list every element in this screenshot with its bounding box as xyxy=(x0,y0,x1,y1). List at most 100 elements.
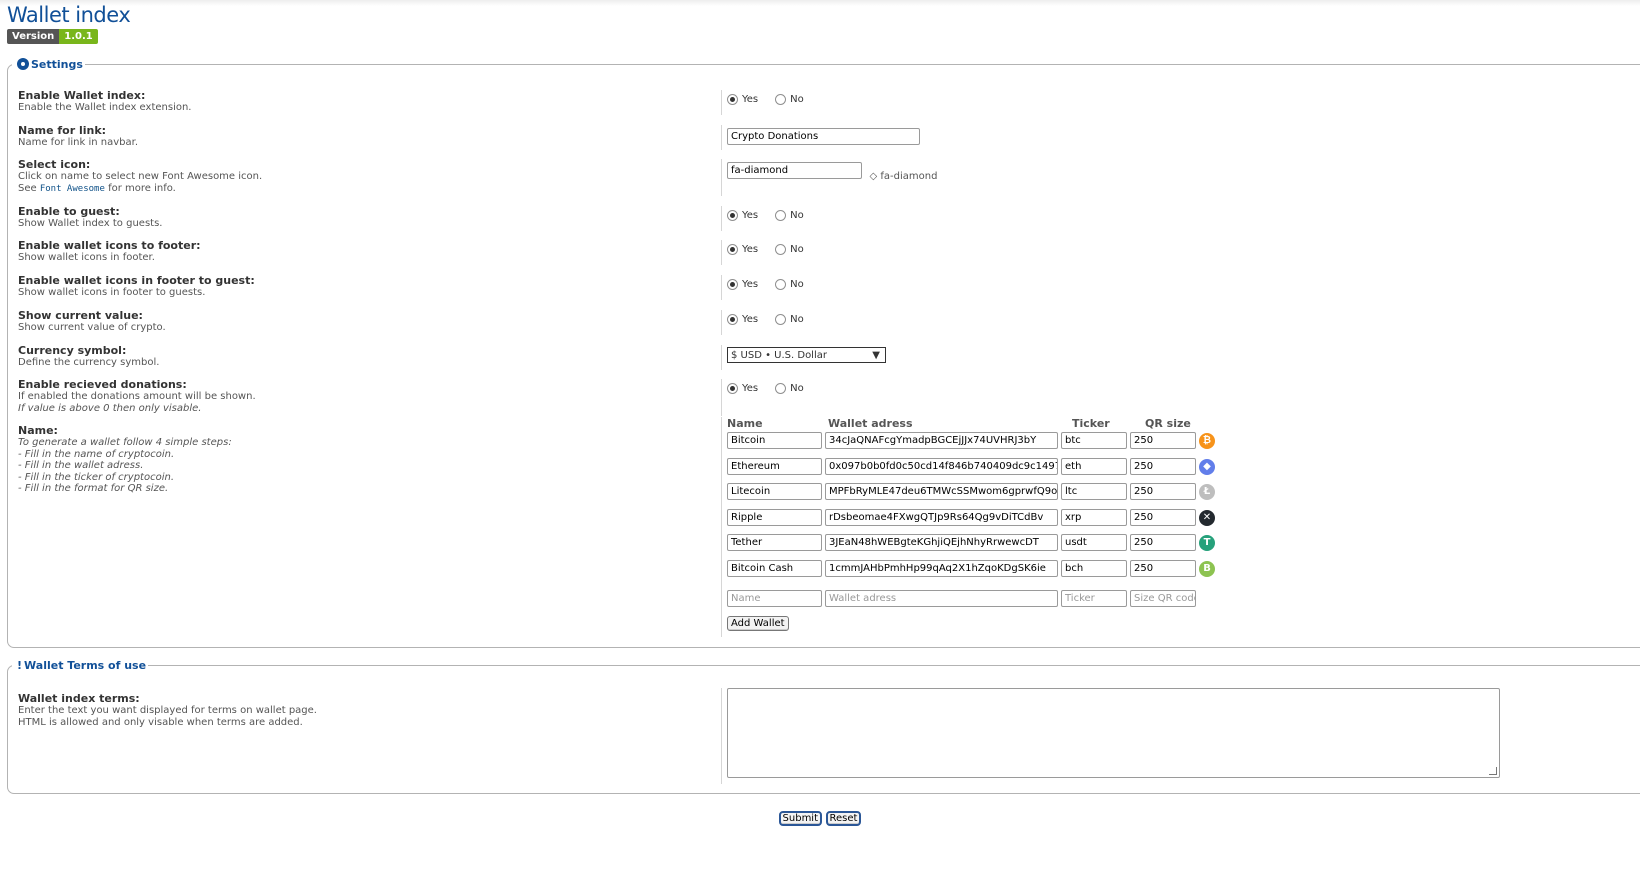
footer-guest-yes-option[interactable]: Yes xyxy=(727,278,758,290)
new-wallet-name-input[interactable]: Name xyxy=(727,590,822,607)
wallet-qr-input[interactable]: 250 xyxy=(1130,483,1196,501)
setting-explain: Show wallet icons in footer. xyxy=(18,252,155,263)
setting-explain: Click on name to select new Font Awesome… xyxy=(18,171,263,182)
radio-yes[interactable] xyxy=(727,209,738,221)
reset-button[interactable]: Reset xyxy=(825,811,862,826)
wallet-address-input[interactable]: 0x097b0b0fd0c50cd14f846b740409dc9c14979d… xyxy=(825,457,1058,475)
radio-no[interactable] xyxy=(775,313,787,325)
wallet-qr-input[interactable]: 250 xyxy=(1130,457,1196,475)
radio-yes[interactable] xyxy=(727,382,738,394)
setting-explain: Name for link in navbar. xyxy=(18,137,138,148)
wallet-ticker-input[interactable]: bch xyxy=(1061,560,1127,577)
enable-radio-group: Yes No xyxy=(727,90,821,108)
radio-no[interactable] xyxy=(775,278,787,290)
currency-select[interactable]: $ USD • U.S. Dollar ▼ xyxy=(727,347,886,363)
setting-explain: See Font Awesome for more info. xyxy=(18,182,176,194)
radio-no[interactable] xyxy=(775,382,787,394)
diamond-icon: ◇ xyxy=(869,171,878,182)
footer-icons-no-option[interactable]: No xyxy=(775,243,804,255)
add-wallet-button[interactable]: Add Wallet xyxy=(727,616,789,631)
wallet-name-input[interactable]: Bitcoin Cash xyxy=(727,560,822,577)
wallet-ticker-input[interactable]: btc xyxy=(1061,432,1127,449)
radio-yes[interactable] xyxy=(727,93,738,105)
setting-explain: HTML is allowed and only visable when te… xyxy=(18,716,303,728)
setting-label: Enable wallet icons to footer: xyxy=(18,239,201,252)
setting-label: Currency symbol: xyxy=(18,344,127,357)
version-label: Version xyxy=(7,29,60,44)
donations-yes-option[interactable]: Yes xyxy=(727,382,758,394)
version-number: 1.0.1 xyxy=(59,29,98,44)
setting-label: Enable wallet icons in footer to guest: xyxy=(18,274,255,287)
setting-explain: Show wallet icons in footer to guests. xyxy=(18,287,206,298)
col-qr: QR size xyxy=(1145,417,1191,430)
wallets-table: Name Wallet adress Ticker QR size Bitcoi… xyxy=(721,417,1621,637)
wallet-ticker-input[interactable]: eth xyxy=(1061,457,1127,475)
enable-no-option[interactable]: No xyxy=(775,93,804,105)
terms-legend: ! Wallet Terms of use xyxy=(17,659,147,672)
setting-label: Show current value: xyxy=(18,309,143,322)
bitcoin-cash-icon: B xyxy=(1199,561,1215,577)
radio-no[interactable] xyxy=(775,243,787,255)
icon-preview: ◇ fa-diamond xyxy=(869,171,938,182)
radio-no[interactable] xyxy=(775,93,787,105)
radio-yes[interactable] xyxy=(727,243,738,255)
litecoin-icon: Ł xyxy=(1199,484,1215,501)
current-value-no-option[interactable]: No xyxy=(775,313,804,325)
wallet-ticker-input[interactable]: usdt xyxy=(1061,534,1127,552)
wallet-name-input[interactable]: Litecoin xyxy=(727,483,822,501)
exclamation-icon: ! xyxy=(17,659,23,672)
setting-label: Enable Wallet index: xyxy=(18,89,146,102)
footer-guest-no-option[interactable]: No xyxy=(775,278,804,290)
submit-button[interactable]: Submit xyxy=(778,811,823,826)
setting-explain: Define the currency symbol. xyxy=(18,357,160,368)
page-title: Wallet index xyxy=(7,3,131,27)
link-name-input[interactable]: Crypto Donations xyxy=(727,128,920,145)
donations-no-option[interactable]: No xyxy=(775,382,804,394)
wallet-address-input[interactable]: 1cmmJAHbPmhHp99qAq2X1hZqoKDgSK6ie xyxy=(825,560,1058,577)
guest-radio-group: Yes No xyxy=(727,206,821,224)
setting-explain: Show current value of crypto. xyxy=(18,322,166,333)
footer-icons-radio-group: Yes No xyxy=(727,240,821,258)
setting-explain: If enabled the donations amount will be … xyxy=(18,391,256,402)
setting-label: Wallet index terms: xyxy=(18,692,140,705)
setting-label: Select icon: xyxy=(18,158,91,171)
ripple-icon: ✕ xyxy=(1199,509,1215,526)
setting-label: Enable recieved donations: xyxy=(18,378,187,391)
wallet-address-input[interactable]: 34cJaQNAFcgYmadpBGCEjJJx74UVHRJ3bY xyxy=(825,432,1058,449)
terms-textarea[interactable] xyxy=(727,688,1500,778)
font-awesome-link[interactable]: Font Awesome xyxy=(40,184,105,194)
footer-icons-yes-option[interactable]: Yes xyxy=(727,243,758,255)
wallet-ticker-input[interactable]: ltc xyxy=(1061,483,1127,501)
wallet-address-input[interactable]: MPFbRyMLE47deu6TMWcSSMwom6gprwfQ9o xyxy=(825,483,1058,501)
wallet-qr-input[interactable]: 250 xyxy=(1130,534,1196,552)
radio-no[interactable] xyxy=(775,209,787,221)
icon-input[interactable]: fa-diamond xyxy=(727,162,862,179)
col-address: Wallet adress xyxy=(828,417,913,430)
wallet-name-input[interactable]: Tether xyxy=(727,534,822,552)
wallet-qr-input[interactable]: 250 xyxy=(1130,508,1196,526)
wallet-ticker-input[interactable]: xrp xyxy=(1061,508,1127,526)
setting-label: Name for link: xyxy=(18,124,107,137)
new-wallet-qr-input[interactable]: Size QR code xyxy=(1130,590,1196,607)
guest-yes-option[interactable]: Yes xyxy=(727,209,758,221)
setting-explain: If value is above 0 then only visable. xyxy=(18,402,202,414)
current-value-yes-option[interactable]: Yes xyxy=(727,313,758,325)
guest-no-option[interactable]: No xyxy=(775,209,804,221)
ethereum-icon: ◆ xyxy=(1199,458,1215,475)
radio-yes[interactable] xyxy=(727,313,738,325)
wallet-address-input[interactable]: 3JEaN48hWEBgteKGhjiQEjhNhyRrwewcDT xyxy=(825,534,1058,552)
new-wallet-address-input[interactable]: Wallet adress xyxy=(825,590,1058,607)
wallet-qr-input[interactable]: 250 xyxy=(1130,432,1196,449)
radio-yes[interactable] xyxy=(727,278,738,290)
wallet-name-input[interactable]: Ethereum xyxy=(727,457,822,475)
settings-fieldset: Settings Enable Wallet index: Enable the … xyxy=(7,58,1640,648)
new-wallet-ticker-input[interactable]: Ticker xyxy=(1061,590,1127,607)
wallet-steps: To generate a wallet follow 4 simple ste… xyxy=(18,437,232,494)
donations-radio-group: Yes No xyxy=(727,379,821,397)
wallet-address-input[interactable]: rDsbeomae4FXwgQTJp9Rs64Qg9vDiTCdBv xyxy=(825,508,1058,526)
terms-fieldset: ! Wallet Terms of use Wallet index terms:… xyxy=(7,659,1640,794)
enable-yes-option[interactable]: Yes xyxy=(727,93,758,105)
wallet-qr-input[interactable]: 250 xyxy=(1130,560,1196,577)
wallet-name-input[interactable]: Bitcoin xyxy=(727,432,822,449)
wallet-name-input[interactable]: Ripple xyxy=(727,508,822,526)
